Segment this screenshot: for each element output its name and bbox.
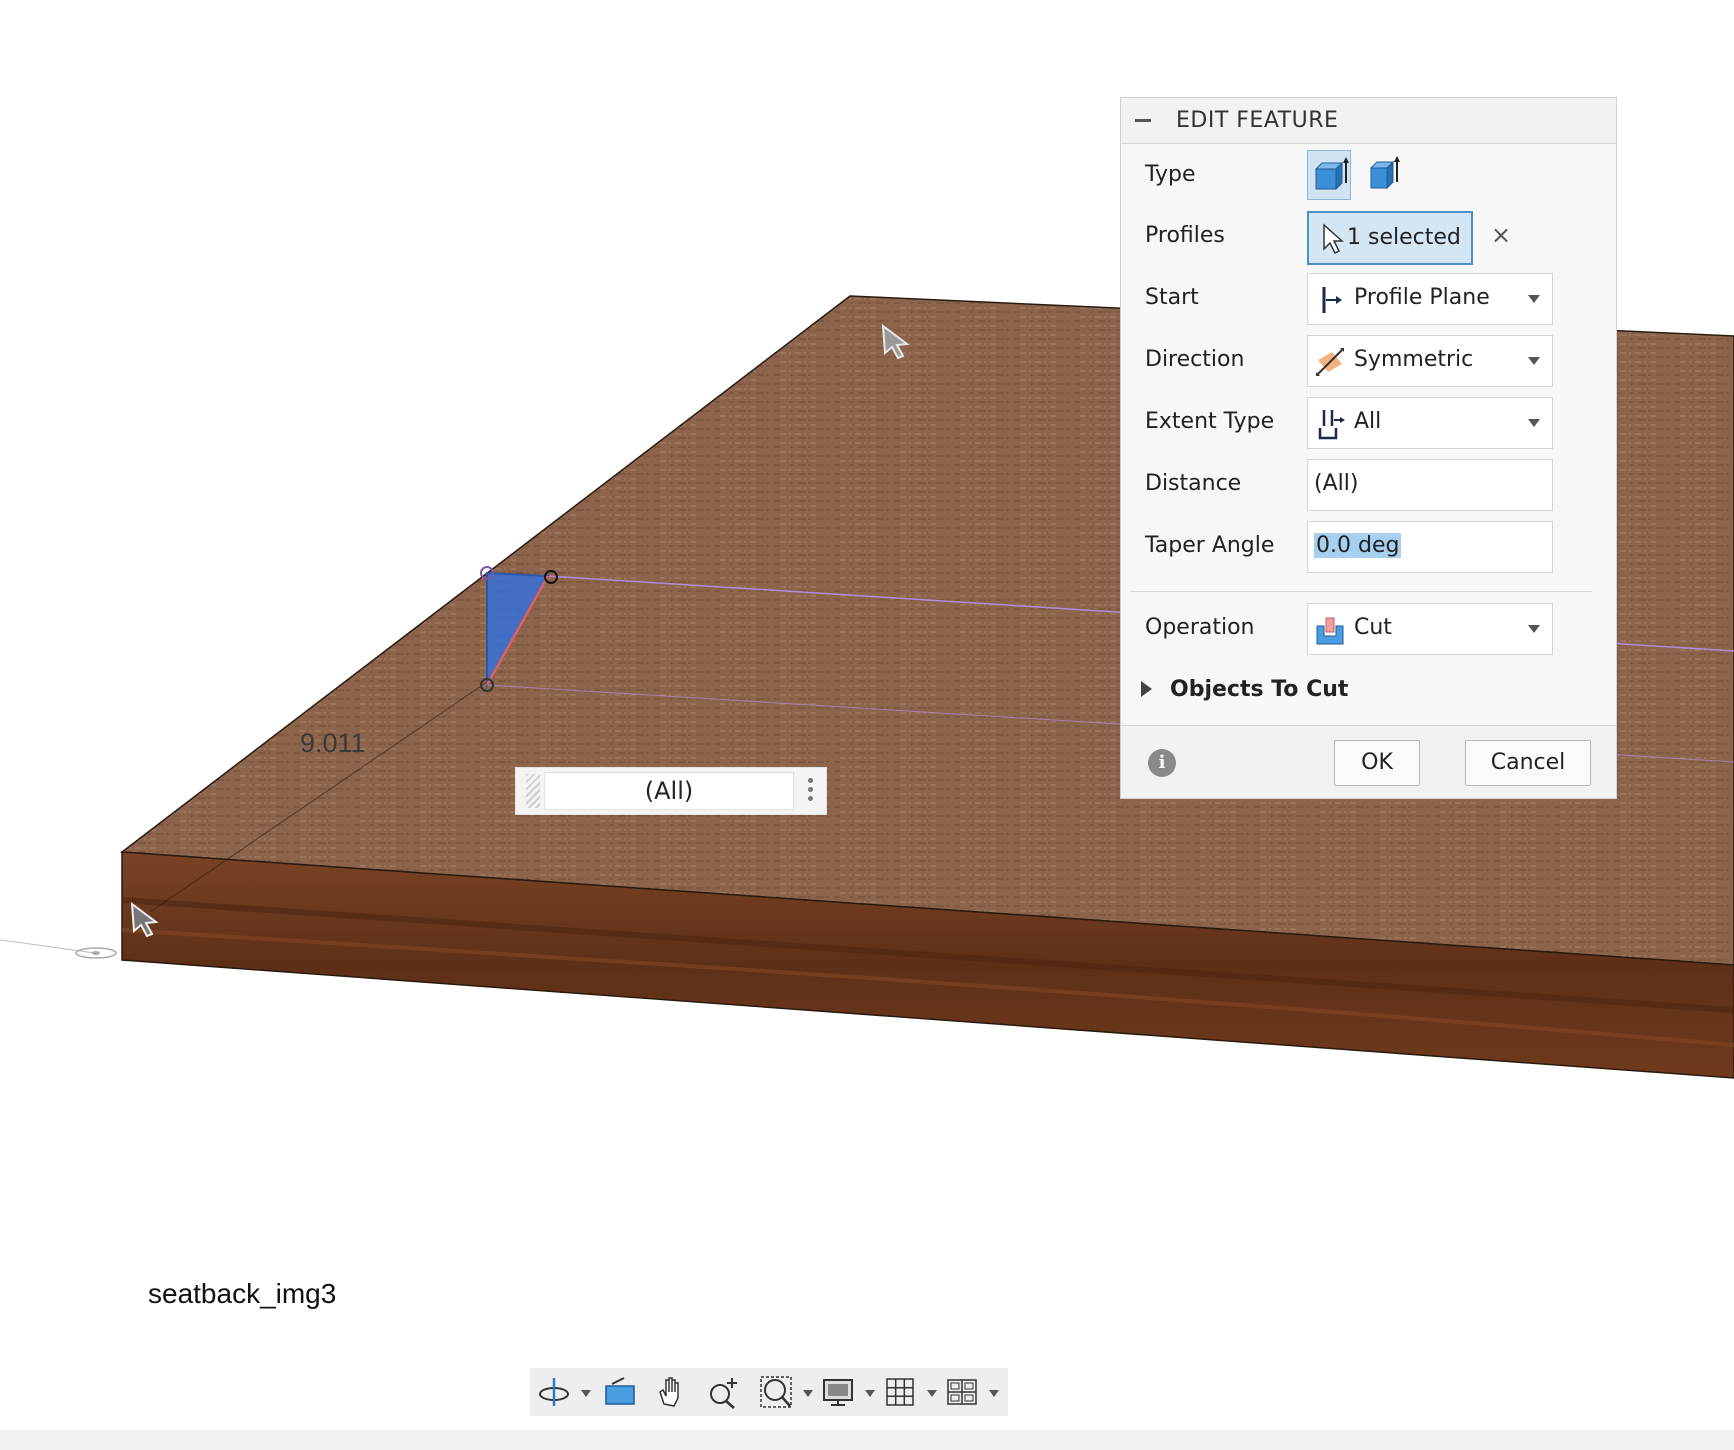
direction-label: Direction xyxy=(1145,347,1245,372)
extent-type-dropdown[interactable]: All xyxy=(1307,397,1553,449)
expand-triangle-icon[interactable] xyxy=(1141,681,1152,697)
zoom-icon[interactable] xyxy=(706,1374,742,1410)
thin-extrude-icon[interactable] xyxy=(1361,150,1405,200)
chevron-down-icon xyxy=(1528,357,1540,365)
profiles-row: Profiles 1 selected × xyxy=(1121,211,1616,265)
chevron-down-icon[interactable] xyxy=(865,1390,875,1397)
profiles-selection-button[interactable]: 1 selected xyxy=(1307,211,1473,265)
cut-operation-icon xyxy=(1316,617,1344,645)
distance-value: (All) xyxy=(1314,471,1359,496)
distance-row: Distance (All) xyxy=(1121,459,1616,511)
look-at-icon[interactable] xyxy=(602,1374,638,1410)
type-label: Type xyxy=(1145,162,1196,187)
start-row: Start Profile Plane xyxy=(1121,273,1616,325)
objects-to-cut-section[interactable]: Objects To Cut xyxy=(1121,666,1616,718)
distance-input[interactable]: (All) xyxy=(1307,459,1553,511)
viewports-icon[interactable] xyxy=(944,1374,980,1410)
operation-dropdown[interactable]: Cut xyxy=(1307,603,1553,655)
type-row: Type xyxy=(1121,150,1616,202)
solid-extrude-icon[interactable] xyxy=(1307,150,1351,200)
status-strip xyxy=(0,1430,1734,1450)
pan-icon[interactable] xyxy=(654,1374,690,1410)
chevron-down-icon[interactable] xyxy=(803,1390,813,1397)
profiles-value: 1 selected xyxy=(1347,225,1461,250)
navigation-toolbar xyxy=(530,1368,1008,1416)
display-settings-icon[interactable] xyxy=(820,1374,856,1410)
taper-angle-label: Taper Angle xyxy=(1145,533,1275,558)
dimension-label: 9.011 xyxy=(300,728,366,758)
distance-manipulator[interactable]: (All) xyxy=(515,767,827,815)
more-options-icon[interactable] xyxy=(804,774,816,808)
operation-row: Operation Cut xyxy=(1121,603,1616,655)
drag-handle-icon[interactable] xyxy=(526,774,540,808)
start-value: Profile Plane xyxy=(1354,285,1490,310)
distance-label: Distance xyxy=(1145,471,1242,496)
chevron-down-icon xyxy=(1528,625,1540,633)
chevron-down-icon[interactable] xyxy=(927,1390,937,1397)
direction-dropdown[interactable]: Symmetric xyxy=(1307,335,1553,387)
profile-plane-icon xyxy=(1322,287,1342,313)
direction-value: Symmetric xyxy=(1354,347,1474,372)
orbit-icon[interactable] xyxy=(536,1374,572,1410)
symmetric-icon xyxy=(1316,348,1344,376)
objects-to-cut-label: Objects To Cut xyxy=(1170,677,1349,702)
divider xyxy=(1131,591,1592,592)
edit-feature-panel: EDIT FEATURE Type Profiles 1 selected × … xyxy=(1120,97,1617,799)
chevron-down-icon[interactable] xyxy=(989,1390,999,1397)
fit-icon[interactable] xyxy=(758,1374,794,1410)
distance-floating-input[interactable]: (All) xyxy=(544,772,794,810)
collapse-icon[interactable] xyxy=(1135,119,1151,122)
canvas-caption: seatback_img3 xyxy=(148,1278,337,1309)
start-dropdown[interactable]: Profile Plane xyxy=(1307,273,1553,325)
taper-angle-row: Taper Angle 0.0 deg xyxy=(1121,521,1616,573)
chevron-down-icon[interactable] xyxy=(581,1390,591,1397)
extent-type-row: Extent Type All xyxy=(1121,397,1616,449)
extent-type-value: All xyxy=(1354,409,1382,434)
direction-row: Direction Symmetric xyxy=(1121,335,1616,387)
panel-header: EDIT FEATURE xyxy=(1121,98,1616,144)
start-label: Start xyxy=(1145,285,1199,310)
clear-selection-icon[interactable]: × xyxy=(1491,221,1511,249)
operation-value: Cut xyxy=(1354,615,1392,640)
extent-type-label: Extent Type xyxy=(1145,409,1275,434)
extent-all-icon xyxy=(1318,410,1345,440)
ok-button[interactable]: OK xyxy=(1334,740,1420,786)
taper-angle-value: 0.0 deg xyxy=(1314,533,1402,558)
panel-footer: i OK Cancel xyxy=(1121,725,1616,798)
taper-angle-input[interactable]: 0.0 deg xyxy=(1307,521,1553,573)
chevron-down-icon xyxy=(1528,419,1540,427)
info-icon[interactable]: i xyxy=(1148,749,1176,777)
grid-icon[interactable] xyxy=(882,1374,918,1410)
profiles-label: Profiles xyxy=(1145,223,1225,248)
panel-title: EDIT FEATURE xyxy=(1176,108,1339,133)
cancel-button[interactable]: Cancel xyxy=(1465,740,1591,786)
cursor-select-icon xyxy=(1323,223,1344,255)
operation-label: Operation xyxy=(1145,615,1255,640)
chevron-down-icon xyxy=(1528,295,1540,303)
